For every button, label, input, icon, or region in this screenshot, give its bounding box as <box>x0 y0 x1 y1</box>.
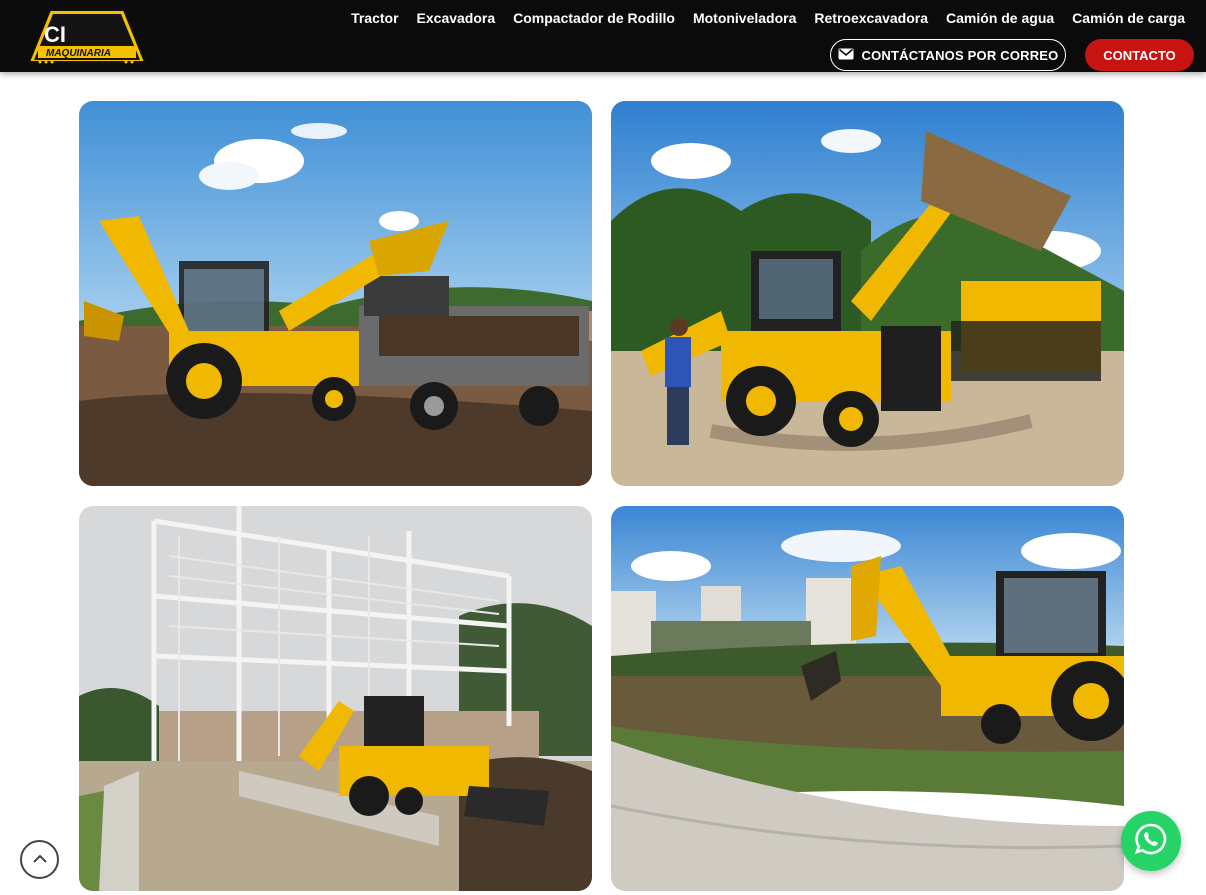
contact-button[interactable]: CONTACTO <box>1085 39 1194 71</box>
nav-item-motoniveladora[interactable]: Motoniveladora <box>693 10 796 26</box>
site-header: CI MAQUINARIA Tractor Excavadora Compact… <box>0 0 1206 72</box>
contact-by-email-label: CONTÁCTANOS POR CORREO <box>861 47 1059 63</box>
gallery-photo-backhoe-digging[interactable] <box>611 506 1124 891</box>
nav-item-excavadora[interactable]: Excavadora <box>417 10 496 26</box>
nav-item-camion-carga[interactable]: Camión de carga <box>1072 10 1185 26</box>
envelope-icon <box>838 48 854 63</box>
nav-item-retroexcavadora[interactable]: Retroexcavadora <box>814 10 928 26</box>
gallery-photo-backhoe-steel-structure[interactable] <box>79 506 592 891</box>
gallery-photo-backhoe-washing[interactable] <box>611 101 1124 486</box>
chevron-up-icon <box>32 851 47 869</box>
main-nav: Tractor Excavadora Compactador de Rodill… <box>351 10 1185 26</box>
whatsapp-icon <box>1134 822 1168 861</box>
svg-text:MAQUINARIA: MAQUINARIA <box>46 48 111 59</box>
nav-item-camion-agua[interactable]: Camión de agua <box>946 10 1054 26</box>
svg-text:CI: CI <box>44 22 66 47</box>
nav-item-compactador[interactable]: Compactador de Rodillo <box>513 10 675 26</box>
ci-maquinaria-logo[interactable]: CI MAQUINARIA <box>26 6 148 66</box>
whatsapp-button[interactable] <box>1121 811 1181 871</box>
scroll-to-top-button[interactable] <box>20 840 59 879</box>
gallery-photo-backhoe-loading-truck[interactable] <box>79 101 592 486</box>
nav-item-tractor[interactable]: Tractor <box>351 10 398 26</box>
contact-by-email-button[interactable]: CONTÁCTANOS POR CORREO <box>830 39 1066 71</box>
